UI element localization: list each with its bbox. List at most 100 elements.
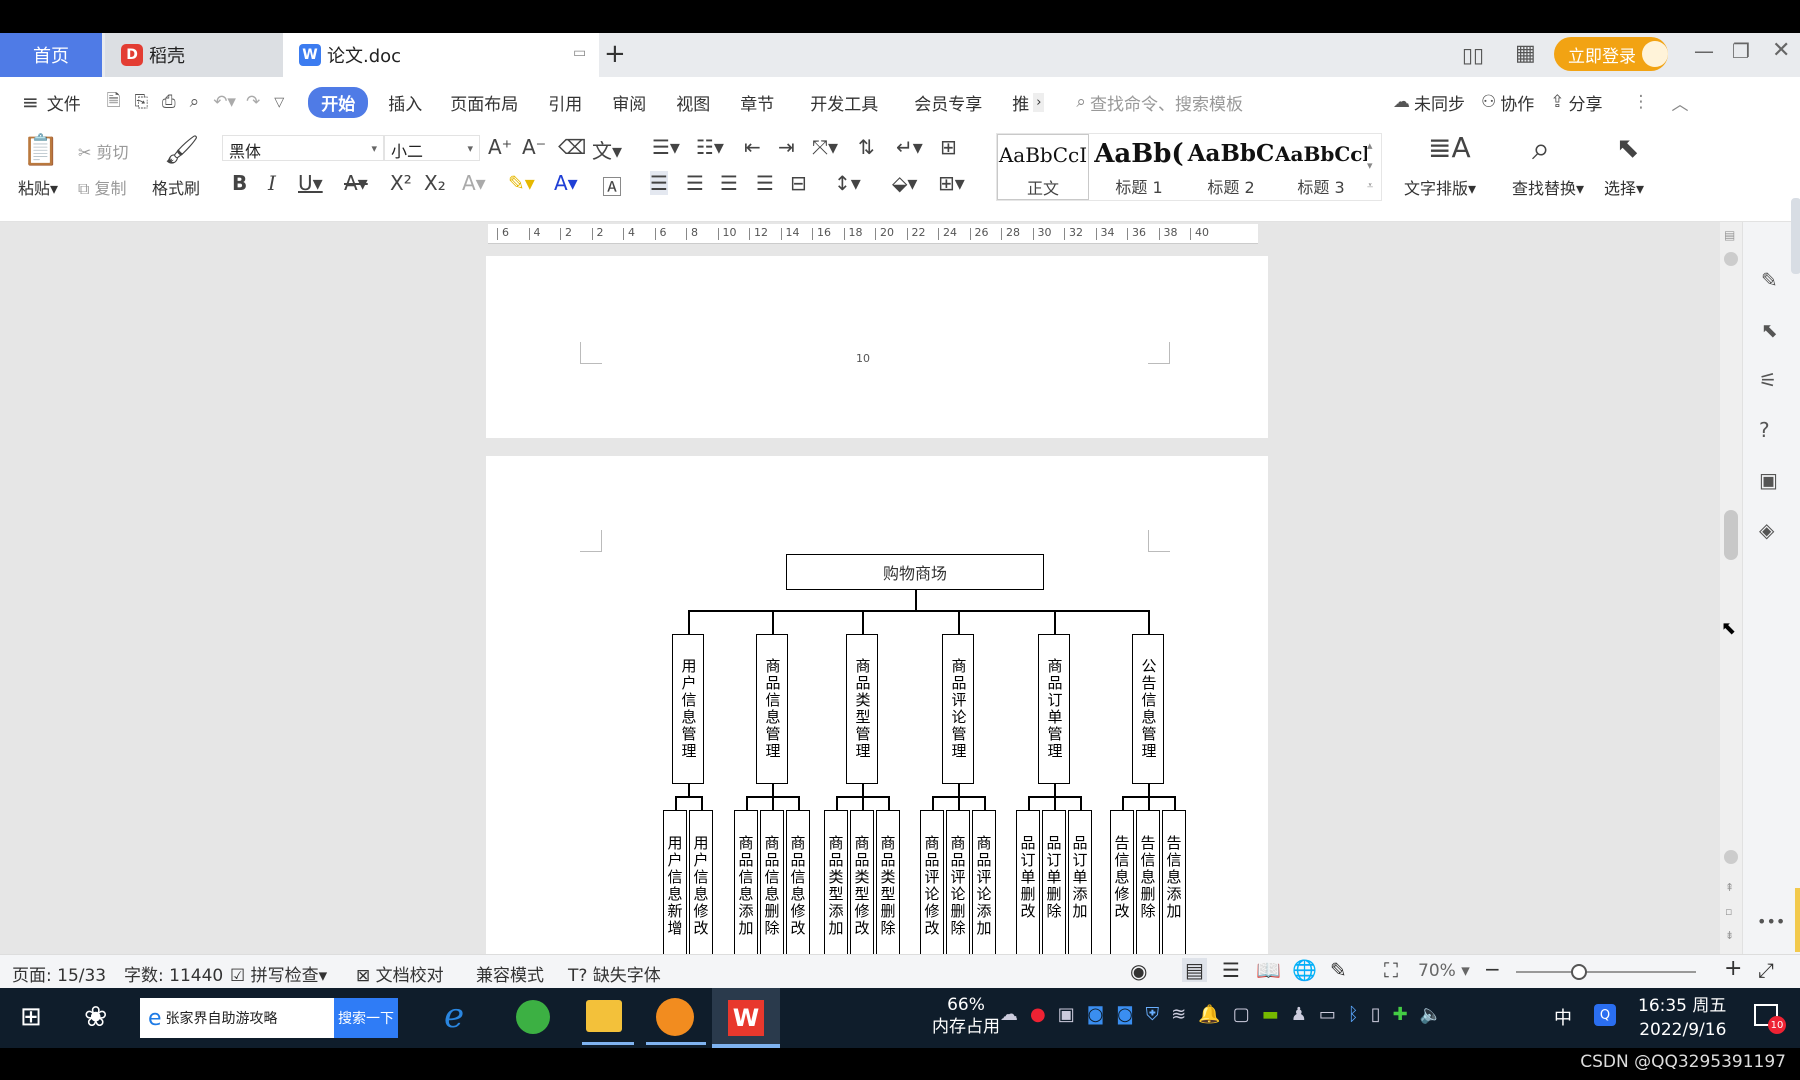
new-tab-button[interactable]: +	[604, 39, 626, 69]
outline-view-icon[interactable]: ☰	[1222, 958, 1240, 982]
borders-icon[interactable]: ⊞▾	[938, 171, 965, 195]
nvidia-icon[interactable]: ▬	[1262, 1004, 1279, 1025]
fullscreen-icon[interactable]: ⤢	[1758, 958, 1774, 982]
style-heading-1[interactable]: AaBb( 标题 1	[1093, 134, 1185, 200]
sync-drive-icon[interactable]: ◙	[1116, 1004, 1133, 1025]
usb-icon[interactable]: ▣	[1058, 1004, 1075, 1025]
close-icon[interactable]: ✕	[1772, 38, 1790, 63]
input-method-icon[interactable]: Q	[1594, 1004, 1616, 1026]
hamburger-icon[interactable]: ≡	[22, 90, 39, 114]
collapse-ribbon-icon[interactable]: ︿	[1671, 90, 1688, 115]
ie-browser-icon[interactable]: ℯ	[444, 996, 464, 1036]
line-spacing-icon[interactable]: ↕▾	[834, 171, 861, 195]
side-panel-handle[interactable]	[1791, 198, 1800, 274]
share-button[interactable]: 分享	[1568, 90, 1602, 115]
phonetic-icon[interactable]: 文▾	[592, 135, 622, 164]
collab-button[interactable]: 协作	[1500, 90, 1534, 115]
cloud-drive-icon[interactable]: ◙	[1087, 1004, 1104, 1025]
more-options-icon[interactable]: ⋮	[1632, 92, 1649, 112]
strikethrough-icon[interactable]: A▾	[344, 171, 368, 195]
font-size-select[interactable]: 小二 ▾	[384, 135, 480, 161]
text-effect-icon[interactable]: A▾	[462, 171, 486, 195]
adjust-icon[interactable]: ⚟	[1759, 368, 1777, 392]
zoom-in-icon[interactable]: +	[1724, 956, 1742, 981]
justify-icon[interactable]: ☰	[756, 171, 774, 195]
page-nav-icon[interactable]: ⇞ ▫ ⇟	[1725, 876, 1734, 948]
style-heading-2[interactable]: AaBbC 标题 2	[1185, 134, 1277, 200]
subscript-icon[interactable]: X₂	[424, 171, 446, 195]
wifi-icon[interactable]: ≋	[1171, 1004, 1186, 1025]
grow-font-icon[interactable]: A⁺	[488, 135, 512, 159]
shading-icon[interactable]: ⬙▾	[892, 171, 917, 195]
cut-button[interactable]: ✂ 剪切	[78, 139, 129, 163]
apps-grid-icon[interactable]: ▦	[1515, 41, 1536, 66]
format-painter-button[interactable]: 格式刷	[152, 175, 200, 199]
zoom-out-icon[interactable]: −	[1484, 957, 1501, 981]
clear-format-icon[interactable]: ⌫	[558, 135, 586, 159]
memory-usage[interactable]: 66% 内存占用	[932, 994, 1000, 1038]
print-icon[interactable]: ⎙	[162, 92, 176, 112]
browser-360-icon[interactable]	[516, 1000, 550, 1034]
command-search-input[interactable]: 查找命令、搜索模板	[1090, 90, 1243, 115]
undo-icon[interactable]: ↶▾	[213, 92, 236, 112]
sync-status[interactable]: 未同步	[1414, 90, 1465, 115]
save-icon[interactable]: 🗎	[107, 88, 121, 117]
decrease-indent-icon[interactable]: ⇤	[744, 135, 761, 159]
bold-icon[interactable]: B	[232, 171, 247, 195]
style-scroll-icon[interactable]: ▴ ▾ ⩡	[1367, 136, 1373, 196]
scroll-top-icon[interactable]: ▤	[1724, 228, 1735, 242]
zoom-slider[interactable]	[1516, 971, 1696, 973]
ime-indicator[interactable]: 中	[1554, 1004, 1572, 1030]
page-current[interactable]: 购物商场 用户信息管理 用户信息新增 用户信息修改 商品信息管理 商品信息添加 商品信息删…	[486, 456, 1268, 954]
menu-tab-member[interactable]: 会员专享	[914, 90, 982, 115]
bullet-list-icon[interactable]: ☰▾	[652, 135, 680, 159]
superscript-icon[interactable]: X²	[390, 171, 412, 195]
tab-home[interactable]: 首页	[0, 33, 102, 77]
vertical-scrollbar[interactable]: ▤ ⇞ ▫ ⇟	[1720, 222, 1742, 954]
keyboard-icon[interactable]: ▭	[1319, 1004, 1336, 1025]
clock[interactable]: 16:35 周五 2022/9/16	[1638, 994, 1726, 1042]
underline-icon[interactable]: U▾	[298, 171, 323, 195]
taskbar-search-box[interactable]: e 张家界自助游攻略	[140, 998, 334, 1038]
layout-icon[interactable]: ▯▯	[1462, 43, 1484, 67]
reading-view-icon[interactable]: 📖	[1256, 958, 1281, 982]
screenshot-icon[interactable]: ▢	[1233, 1004, 1250, 1025]
tab-screen-icon[interactable]: ▭	[573, 45, 586, 61]
shrink-font-icon[interactable]: A⁻	[522, 135, 546, 159]
help-icon[interactable]: ?	[1759, 418, 1770, 442]
volume-icon[interactable]: 🔈	[1420, 1004, 1442, 1025]
cursor-icon[interactable]: ⬉	[1761, 318, 1778, 342]
scroll-thumb[interactable]	[1724, 510, 1738, 560]
style-heading-3[interactable]: AaBbCcl 标题 3	[1275, 134, 1367, 200]
select-button[interactable]: 选择▾	[1604, 175, 1644, 199]
menu-tab-start[interactable]: 开始	[308, 86, 369, 118]
scroll-down-icon[interactable]	[1724, 850, 1738, 864]
font-name-select[interactable]: 黑体 ▾	[222, 135, 384, 161]
antivirus-icon[interactable]: ●	[1030, 1004, 1046, 1025]
compass-icon[interactable]: ◈	[1759, 518, 1774, 542]
fit-page-icon[interactable]: ⛶	[1384, 958, 1398, 982]
write-mode-icon[interactable]: ✎	[1330, 958, 1347, 982]
align-left-icon[interactable]: ☰	[650, 171, 668, 195]
align-center-icon[interactable]: ☰	[686, 171, 704, 195]
distribute-icon[interactable]: ⊟	[790, 171, 807, 195]
proofread-button[interactable]: ⊠ 文档校对	[356, 961, 444, 986]
page-indicator[interactable]: 页面: 15/33	[12, 961, 106, 986]
security-shield-icon[interactable]: ⛨	[1146, 1004, 1160, 1025]
increase-indent-icon[interactable]: ⇥	[778, 135, 795, 159]
redo-icon[interactable]: ↷	[246, 92, 260, 112]
numbered-list-icon[interactable]: ☷▾	[696, 135, 724, 159]
battery-icon[interactable]: ▯	[1371, 1004, 1381, 1025]
menu-file[interactable]: 文件	[47, 90, 81, 115]
paste-button[interactable]: 粘贴▾	[18, 175, 58, 199]
wps-taskbar-button[interactable]: W	[712, 988, 780, 1048]
page-view-icon[interactable]: ▤	[1182, 958, 1207, 982]
format-painter-icon[interactable]: 🖌	[164, 133, 200, 166]
export-icon[interactable]: ⎘	[134, 92, 148, 112]
tab-document[interactable]: W 论文.doc ▭	[283, 33, 599, 77]
horizontal-ruler[interactable]: 6 4 2 2 4 6 8 10 12 14 16 18 20 22 24 26 28 30 32 34 36 38 40	[488, 224, 1258, 244]
assistant-icon[interactable]: ❀	[84, 1000, 107, 1033]
paste-icon[interactable]: 📋	[22, 133, 59, 168]
menu-tab-chapter[interactable]: 章节	[740, 90, 774, 115]
quick-access-dropdown-icon[interactable]: ▽	[274, 95, 284, 110]
